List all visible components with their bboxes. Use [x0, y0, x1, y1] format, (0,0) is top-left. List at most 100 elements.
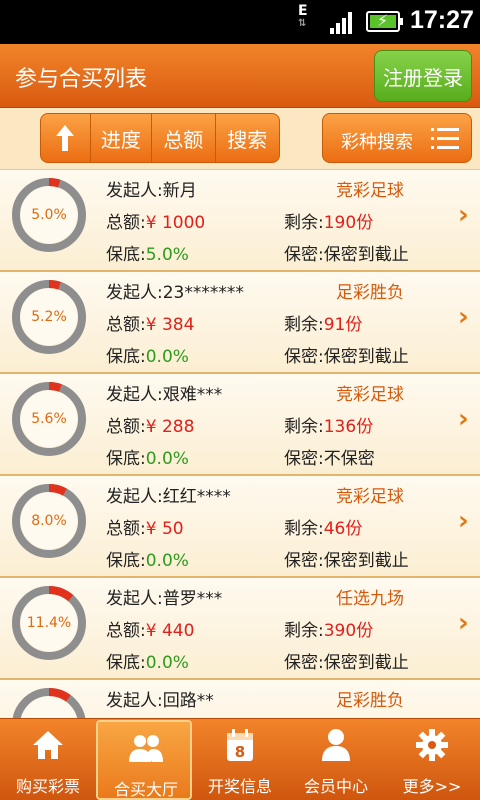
status-bar: E ⇅ ⚡ 17:27 [0, 0, 480, 44]
guarantee-line: 保底:0.0% [106, 342, 189, 367]
list-item[interactable]: 8.0% 发起人:红红**** 竞彩足球 总额:¥ 50 剩余:46份 保底:0.0% 保密… [0, 476, 480, 578]
currency-symbol: ¥ [145, 621, 157, 641]
network-type: E [298, 3, 308, 19]
group-buy-list: 5.0% 发起人:新月 竞彩足球 总额:¥ 1000 剩余:190份 保底:5.0% 保密:… [0, 170, 480, 718]
nav-tab-calendar[interactable]: 8 开奖信息 [192, 719, 288, 800]
lottery-type-search-label: 彩种搜索 [341, 132, 413, 153]
currency-symbol: ¥ [145, 417, 157, 437]
amount-label: 总额: [106, 213, 146, 233]
list-menu-icon [431, 128, 459, 150]
privacy-label: 保密: [284, 551, 324, 571]
amount-label: 总额: [106, 621, 146, 641]
remaining-unit: 份 [345, 315, 363, 335]
filter-bar: 进度 总额 搜索 彩种搜索 [0, 108, 480, 170]
amount-label: 总额: [106, 315, 146, 335]
nav-tab-gear[interactable]: 更多>> [384, 719, 480, 800]
initiator-line: 发起人:普罗*** [106, 584, 222, 609]
nav-tab-label: 更多>> [402, 777, 462, 796]
remaining-value: 190 [323, 213, 357, 233]
lottery-type-search-button[interactable]: 彩种搜索 [322, 113, 472, 163]
guarantee-value: 0.0% [145, 551, 189, 571]
nav-tab-label: 会员中心 [303, 777, 368, 796]
initiator-name: 红红**** [162, 487, 231, 507]
list-item[interactable]: 5.6% 发起人:艰难*** 竞彩足球 总额:¥ 288 剩余:136份 保底:0.0% 保… [0, 374, 480, 476]
initiator-label: 发起人: [106, 283, 163, 303]
guarantee-value: 0.0% [145, 347, 189, 367]
remaining-value: 390 [323, 621, 357, 641]
initiator-line: 发起人:回路** [106, 686, 214, 711]
initiator-label: 发起人: [106, 589, 163, 609]
remaining-value: 46 [323, 519, 346, 539]
sort-progress-button[interactable]: 进度 [91, 114, 153, 162]
lottery-type: 竞彩足球 [336, 487, 404, 507]
guarantee-line: 保底:0.0% [106, 546, 189, 571]
nav-tab-home[interactable]: 购买彩票 [0, 719, 96, 800]
initiator-label: 发起人: [106, 487, 163, 507]
remaining-label: 剩余: [284, 315, 324, 335]
chevron-right-icon: › [458, 608, 469, 638]
guarantee-value: 5.0% [145, 245, 189, 265]
list-item[interactable]: 11.4% 发起人:普罗*** 任选九场 总额:¥ 440 剩余:390份 保底:0.0%… [0, 578, 480, 680]
page-title: 参与合买列表 [15, 67, 148, 92]
list-item[interactable]: 5.0% 发起人:新月 竞彩足球 总额:¥ 1000 剩余:190份 保底:5.0% 保密:… [0, 170, 480, 272]
remaining-line: 剩余:46份 [284, 514, 362, 539]
initiator-name: 回路** [162, 691, 214, 711]
initiator-name: 23******* [162, 283, 244, 303]
sort-segment: 进度 总额 搜索 [40, 113, 280, 163]
lottery-type: 竞彩足球 [336, 385, 404, 405]
network-indicator: E ⇅ [298, 4, 308, 30]
remaining-unit: 份 [356, 417, 374, 437]
chevron-right-icon: › [458, 404, 469, 434]
sort-ascending-button[interactable] [41, 114, 91, 162]
progress-ring: 5.2% [10, 278, 88, 356]
guarantee-label: 保底: [106, 347, 146, 367]
chevron-right-icon: › [458, 506, 469, 536]
initiator-line: 发起人:艰难*** [106, 380, 222, 405]
initiator-label: 发起人: [106, 385, 163, 405]
lottery-type: 竞彩足球 [336, 181, 404, 201]
list-item[interactable]: 5.2% 发起人:23******* 足彩胜负总额:¥ 384 剩余:91份保底:0.… [0, 272, 480, 374]
chevron-right-icon: › [458, 200, 469, 230]
privacy-value: 不保密 [323, 449, 375, 469]
progress-percent: 8.0% [31, 513, 67, 529]
nav-tab-label: 开奖信息 [207, 777, 272, 796]
privacy-label: 保密: [284, 245, 324, 265]
initiator-line: 发起人:红红**** [106, 482, 231, 507]
nav-tab-user[interactable]: 会员中心 [288, 719, 384, 800]
amount-line: 总额:¥ 1000 [106, 208, 205, 233]
progress-ring: 5.6% [10, 380, 88, 458]
nav-tab-label: 购买彩票 [15, 777, 80, 796]
guarantee-line: 保底:0.0% [106, 648, 189, 673]
remaining-line: 剩余:390份 [284, 616, 373, 641]
initiator-label: 发起人: [106, 181, 163, 201]
remaining-line: 剩余:136份 [284, 412, 373, 437]
search-button[interactable]: 搜索 [216, 114, 279, 162]
arrow-up-icon [56, 125, 75, 151]
remaining-label: 剩余: [284, 213, 324, 233]
currency-symbol: ¥ [145, 315, 157, 335]
lottery-type: 足彩胜负 [336, 691, 404, 711]
amount-value: 440 [161, 621, 195, 641]
guarantee-line: 保底:5.0% [106, 240, 189, 265]
privacy-label: 保密: [284, 653, 324, 673]
lottery-type: 足彩胜负 [336, 283, 404, 303]
data-arrows-icon: ⇅ [298, 18, 307, 29]
amount-value: 384 [161, 315, 195, 335]
guarantee-label: 保底: [106, 653, 146, 673]
progress-percent: 11.4% [26, 615, 72, 631]
initiator-name: 普罗*** [162, 589, 223, 609]
privacy-line: 保密:保密到截止 [284, 240, 409, 265]
sort-total-button[interactable]: 总额 [152, 114, 216, 162]
nav-tab-group[interactable]: 合买大厅 [96, 720, 192, 800]
remaining-line: 剩余:91份 [284, 310, 362, 335]
progress-percent: 5.6% [31, 411, 67, 427]
list-item[interactable]: 发起人:回路** 足彩胜负 [0, 680, 480, 718]
progress-percent: 5.2% [31, 309, 67, 325]
initiator-label: 发起人: [106, 691, 163, 711]
guarantee-label: 保底: [106, 551, 146, 571]
register-login-button[interactable]: 注册登录 [374, 50, 472, 102]
privacy-value: 保密到截止 [323, 245, 409, 265]
currency-symbol: ¥ [145, 213, 157, 233]
privacy-line: 保密:不保密 [284, 444, 375, 469]
initiator-name: 新月 [162, 181, 197, 201]
